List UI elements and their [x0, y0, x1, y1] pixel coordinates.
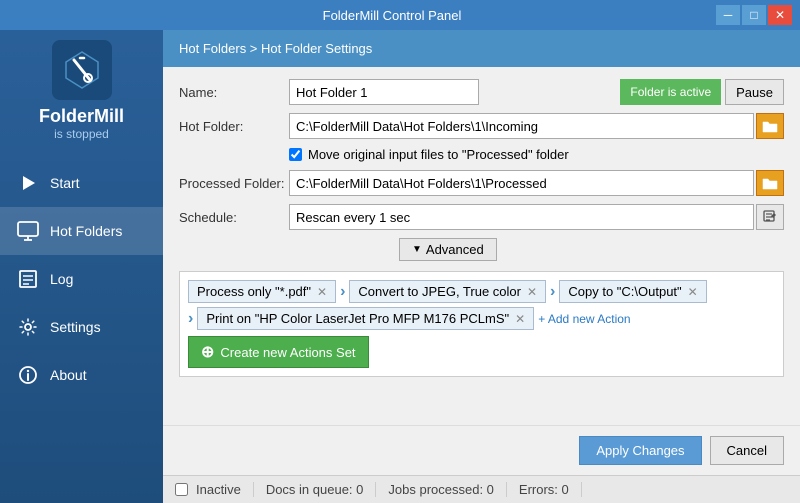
add-action-button[interactable]: + Add new Action [538, 312, 630, 326]
action-chip-4[interactable]: Print on "HP Color LaserJet Pro MFP M176… [197, 307, 534, 330]
chevron-down-icon: ▼ [412, 244, 422, 255]
logo-status: is stopped [54, 127, 109, 141]
status-errors: Errors: 0 [507, 482, 582, 497]
actions-area: Process only "*.pdf" ✕ › Convert to JPEG… [179, 271, 784, 377]
arrow-right-3: › [188, 310, 193, 328]
action-chip-1-close[interactable]: ✕ [317, 285, 327, 299]
sidebar-nav: Start Hot Folders [0, 159, 163, 399]
gear-icon [16, 315, 40, 339]
window-title: FolderMill Control Panel [68, 8, 716, 23]
app-body: FolderMill is stopped Start [0, 30, 800, 503]
advanced-button[interactable]: ▼ Advanced [399, 238, 497, 261]
action-chip-4-label: Print on "HP Color LaserJet Pro MFP M176… [206, 311, 509, 326]
action-chip-4-close[interactable]: ✕ [515, 312, 525, 326]
processed-folder-row: Processed Folder: [179, 170, 784, 196]
log-label: Log [50, 271, 73, 287]
action-chip-3[interactable]: Copy to "C:\Output" ✕ [559, 280, 706, 303]
cancel-button[interactable]: Cancel [710, 436, 784, 465]
tv-icon [16, 219, 40, 243]
status-inactive: Inactive [171, 482, 254, 497]
action-chip-3-label: Copy to "C:\Output" [568, 284, 681, 299]
breadcrumb: Hot Folders > Hot Folder Settings [179, 41, 372, 56]
minimize-button[interactable]: ─ [716, 5, 740, 25]
maximize-button[interactable]: □ [742, 5, 766, 25]
action-chip-2-close[interactable]: ✕ [527, 285, 537, 299]
title-bar: FolderMill Control Panel ─ □ ✕ [0, 0, 800, 30]
play-icon [16, 171, 40, 195]
sidebar: FolderMill is stopped Start [0, 30, 163, 503]
sidebar-item-start[interactable]: Start [0, 159, 163, 207]
processed-folder-input[interactable] [289, 170, 754, 196]
info-icon [16, 363, 40, 387]
actions-row-2: › Print on "HP Color LaserJet Pro MFP M1… [188, 307, 775, 330]
folder-open-icon-2 [762, 176, 778, 190]
hot-folder-label: Hot Folder: [179, 119, 289, 134]
pause-button[interactable]: Pause [725, 79, 784, 105]
window-controls: ─ □ ✕ [716, 5, 792, 25]
list-icon [16, 267, 40, 291]
arrow-right-1: › [340, 283, 345, 301]
action-chip-1[interactable]: Process only "*.pdf" ✕ [188, 280, 336, 303]
settings-label: Settings [50, 319, 101, 335]
content-area: Hot Folders > Hot Folder Settings Name: … [163, 30, 800, 503]
apply-changes-button[interactable]: Apply Changes [579, 436, 701, 465]
name-input[interactable] [289, 79, 479, 105]
name-row: Name: Folder is active Pause [179, 79, 784, 105]
schedule-edit-button[interactable] [756, 204, 784, 230]
plus-circle-icon: ⊕ [201, 342, 214, 362]
content-header: Hot Folders > Hot Folder Settings [163, 30, 800, 67]
edit-icon [763, 210, 777, 224]
move-checkbox[interactable] [289, 148, 302, 161]
inactive-checkbox[interactable] [175, 483, 188, 496]
hot-folder-browse-button[interactable] [756, 113, 784, 139]
move-checkbox-label: Move original input files to "Processed"… [308, 147, 569, 162]
logo-text: FolderMill [39, 106, 124, 127]
status-docs-in-queue: Docs in queue: 0 [254, 482, 377, 497]
folder-is-active-badge: Folder is active [620, 79, 721, 105]
status-jobs-processed: Jobs processed: 0 [376, 482, 507, 497]
content-body: Name: Folder is active Pause Hot Folder: [163, 67, 800, 425]
schedule-input[interactable] [289, 204, 754, 230]
hot-folder-input[interactable] [289, 113, 754, 139]
move-checkbox-row: Move original input files to "Processed"… [289, 147, 784, 162]
actions-row-1: Process only "*.pdf" ✕ › Convert to JPEG… [188, 280, 775, 303]
close-button[interactable]: ✕ [768, 5, 792, 25]
advanced-row: ▼ Advanced [289, 238, 784, 261]
arrow-right-2: › [550, 283, 555, 301]
status-bar: Inactive Docs in queue: 0 Jobs processed… [163, 475, 800, 503]
sidebar-item-settings[interactable]: Settings [0, 303, 163, 351]
content-footer: Apply Changes Cancel [163, 425, 800, 475]
action-chip-2-label: Convert to JPEG, True color [358, 284, 521, 299]
folder-open-icon [762, 119, 778, 133]
logo-svg [60, 48, 104, 92]
create-actions-set-button[interactable]: ⊕ Create new Actions Set [188, 336, 369, 368]
name-label: Name: [179, 85, 289, 100]
start-label: Start [50, 175, 80, 191]
logo-icon [52, 40, 112, 100]
processed-folder-label: Processed Folder: [179, 176, 289, 191]
action-chip-1-label: Process only "*.pdf" [197, 284, 311, 299]
hot-folder-row: Hot Folder: [179, 113, 784, 139]
action-chip-2[interactable]: Convert to JPEG, True color ✕ [349, 280, 546, 303]
logo-area: FolderMill is stopped [39, 40, 124, 141]
about-label: About [50, 367, 87, 383]
processed-folder-browse-button[interactable] [756, 170, 784, 196]
schedule-row: Schedule: [179, 204, 784, 230]
sidebar-item-hot-folders[interactable]: Hot Folders [0, 207, 163, 255]
schedule-label: Schedule: [179, 210, 289, 225]
hot-folders-label: Hot Folders [50, 223, 122, 239]
action-chip-3-close[interactable]: ✕ [688, 285, 698, 299]
sidebar-item-about[interactable]: About [0, 351, 163, 399]
sidebar-item-log[interactable]: Log [0, 255, 163, 303]
